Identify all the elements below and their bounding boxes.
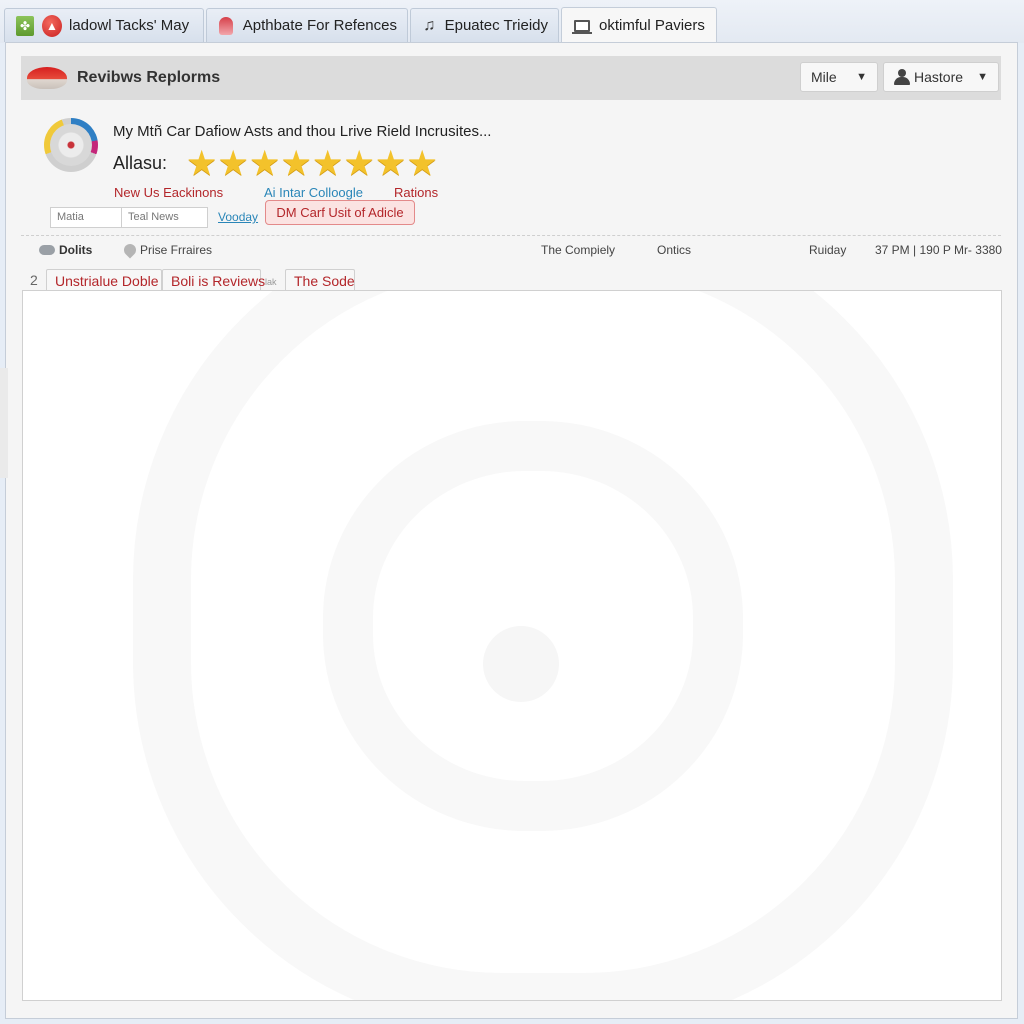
page-title: Revibws Replorms bbox=[77, 69, 221, 86]
tab-2[interactable]: Apthbate For Refences bbox=[206, 8, 408, 42]
red-circle-icon: ▲ bbox=[42, 14, 62, 37]
music-icon: ♫ bbox=[423, 16, 436, 34]
caret-down-icon: ▼ bbox=[977, 71, 988, 83]
star-icon: ★ bbox=[217, 144, 249, 183]
link-ratings[interactable]: Rations bbox=[394, 185, 438, 200]
jellyfish-icon bbox=[217, 16, 236, 36]
star-icon: ★ bbox=[280, 144, 312, 183]
laptop-icon bbox=[572, 16, 592, 36]
tab-3[interactable]: ♫ Epuatec Trieidy bbox=[410, 8, 559, 42]
tab-4-active[interactable]: oktimful Paviers bbox=[561, 7, 717, 43]
info-item-5: Ruiday bbox=[809, 243, 847, 257]
item-logo-icon bbox=[44, 118, 98, 172]
tab-label: ladowl Tacks' May bbox=[69, 17, 190, 34]
content-panel bbox=[22, 290, 1002, 1001]
info-timestamp: 37 PM | 190 P Mr- 3380 bbox=[875, 243, 1002, 257]
subtab-3[interactable]: The Sode bbox=[285, 269, 355, 292]
user-dropdown[interactable]: Hastore ▼ bbox=[883, 62, 999, 92]
star-icon: ★ bbox=[406, 144, 438, 183]
tab-label: Apthbate For Refences bbox=[242, 17, 397, 34]
alert-button[interactable]: DM Carf Usit of Adicle bbox=[265, 200, 415, 225]
user-icon bbox=[894, 69, 910, 85]
star-rating: ★ ★ ★ ★ ★ ★ ★ ★ bbox=[186, 144, 438, 183]
info-item-dolits[interactable]: Dolits bbox=[39, 243, 92, 257]
pin-icon bbox=[121, 241, 139, 259]
text-field-2[interactable]: Teal News bbox=[121, 207, 208, 228]
tab-1[interactable]: ✤ ▲ ladowl Tacks' May bbox=[4, 8, 204, 42]
caret-down-icon: ▼ bbox=[856, 71, 867, 83]
link-blue-1[interactable]: Ai Intar Colloogle bbox=[264, 185, 363, 200]
browser-tab-bar: ✤ ▲ ladowl Tacks' May Apthbate For Refen… bbox=[0, 0, 1024, 43]
tab-label: Epuatec Trieidy bbox=[444, 17, 548, 34]
car-logo-icon bbox=[27, 67, 67, 89]
link-red-1[interactable]: New Us Eackinons bbox=[114, 185, 223, 200]
divider bbox=[21, 235, 1001, 236]
underlined-link[interactable]: Vooday bbox=[218, 210, 258, 224]
subtab-2[interactable]: Boli is Reviews bbox=[162, 269, 265, 292]
star-icon: ★ bbox=[375, 144, 407, 183]
item-title[interactable]: My Mtñ Car Dafiow Asts and thou Lrive Ri… bbox=[113, 123, 491, 140]
info-item-prise[interactable]: Prise Frraires bbox=[121, 241, 213, 259]
dropdown-label: Hastore bbox=[914, 69, 964, 85]
info-item-3: The Compiely bbox=[541, 243, 616, 257]
star-icon: ★ bbox=[343, 144, 375, 183]
subtab-count: 2 bbox=[30, 272, 38, 288]
info-item-4: Ontics bbox=[657, 243, 692, 257]
info-label: Dolits bbox=[59, 243, 93, 257]
text-field-1[interactable]: Matia bbox=[50, 207, 122, 228]
left-scroll-handle[interactable] bbox=[0, 368, 8, 478]
rating-label: Allasu: bbox=[113, 153, 168, 173]
cloud-icon bbox=[39, 245, 55, 255]
star-icon: ★ bbox=[249, 144, 281, 183]
dropdown-label: Mile bbox=[811, 69, 837, 85]
subtab-separator: lak bbox=[265, 277, 277, 287]
mile-dropdown[interactable]: Mile ▼ bbox=[800, 62, 878, 92]
star-icon: ★ bbox=[186, 144, 218, 183]
watermark-dot bbox=[483, 626, 559, 702]
tab-label: oktimful Paviers bbox=[599, 17, 705, 34]
star-icon: ★ bbox=[312, 144, 344, 183]
info-label: Prise Frraires bbox=[140, 243, 213, 257]
watermark-ring-inner bbox=[323, 421, 743, 831]
subtab-1[interactable]: Unstrialue Doble bbox=[46, 269, 162, 292]
header-bar: Revibws Replorms Mile ▼ Hastore ▼ bbox=[21, 56, 1001, 100]
app-icon: ✤ bbox=[15, 15, 35, 36]
main-window: Revibws Replorms Mile ▼ Hastore ▼ My Mtñ… bbox=[5, 42, 1018, 1019]
